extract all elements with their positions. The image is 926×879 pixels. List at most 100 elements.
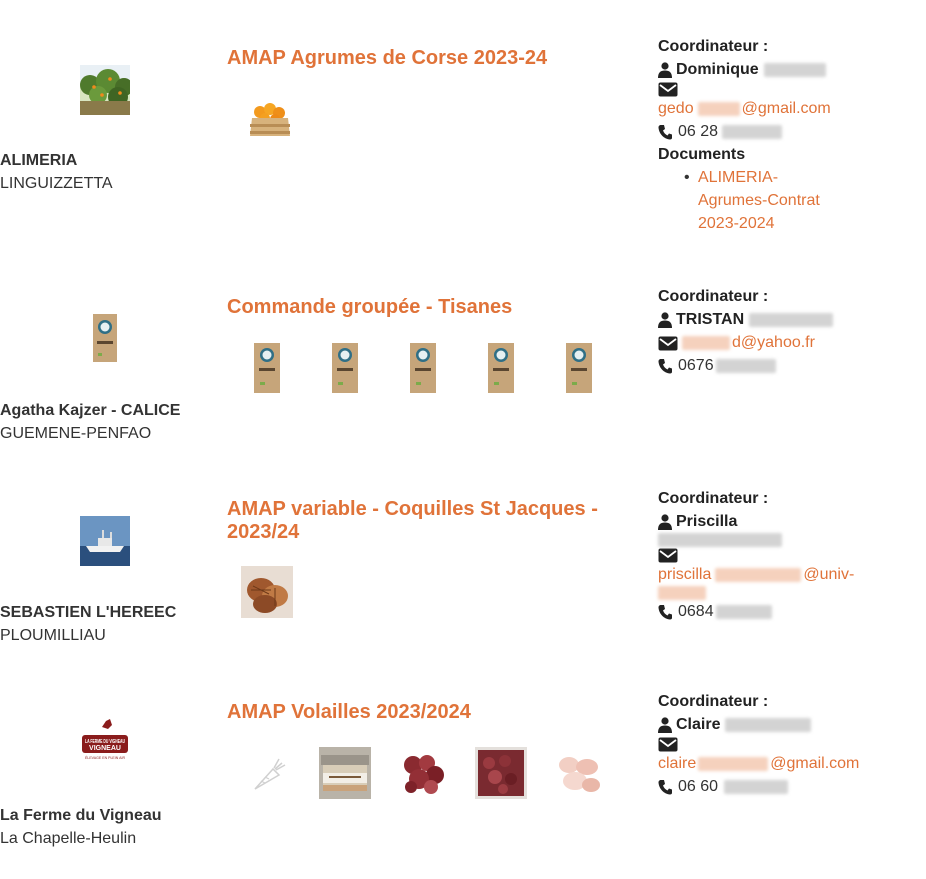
farm-name: Agatha Kajzer - CALICE: [0, 402, 181, 419]
product-thumbnail[interactable]: [244, 96, 296, 148]
redacted-surname-line: [658, 533, 918, 547]
farm-city: PLOUMILLIAU: [0, 627, 106, 644]
coordinator-label: Coordinateur :: [658, 38, 769, 55]
user-icon: [658, 61, 672, 78]
email-suffix: @univ-: [803, 566, 855, 583]
redacted-surname: [763, 62, 826, 77]
farm-logo-tisane[interactable]: [80, 313, 130, 363]
envelope-icon: [658, 737, 678, 752]
crate-of-oranges-image: [244, 96, 296, 148]
phone-icon: [658, 124, 672, 139]
product-thumbnail[interactable]: [553, 747, 605, 799]
coordinator-block: Coordinateur : Dominique gedo @gmail.com…: [658, 35, 918, 235]
product-thumbnail[interactable]: [241, 747, 293, 799]
phone-icon: [658, 358, 672, 373]
redacted-email-domain: [658, 586, 706, 600]
phone-line: 0684: [658, 600, 918, 623]
tisane-bag-image: [332, 343, 358, 393]
farm-city: LINGUIZZETTA: [0, 175, 113, 192]
farm-logo-orchard[interactable]: [80, 65, 130, 115]
envelope-icon: [658, 82, 678, 97]
coordinator-name: Claire: [676, 716, 721, 733]
contract-title-link[interactable]: AMAP Volailles 2023/2024: [227, 701, 627, 724]
redacted-email-domain-line: [658, 586, 918, 600]
coordinator-email-link[interactable]: gedo @gmail.com: [658, 97, 918, 120]
contract-row: LA FERME DU VIGNEAU VIGNEAU ÉLEVAGE EN P…: [0, 665, 926, 879]
product-thumbnail[interactable]: [475, 342, 527, 394]
contract-row: Agatha Kajzer - CALICE GUEMENE-PENFAO Co…: [0, 260, 926, 460]
product-thumbnail[interactable]: [241, 342, 293, 394]
tisane-bag-image: [410, 343, 436, 393]
redacted-surname: [749, 312, 834, 327]
email-suffix: @gmail.com: [741, 100, 831, 117]
poultry-gizzards-image: [475, 747, 527, 799]
phone-line: 0676: [658, 354, 918, 377]
farm-name: SEBASTIEN L'HEREEC: [0, 604, 177, 621]
logo-subtext: ÉLEVAGE EN PLEIN AIR: [85, 755, 125, 760]
coordinator-name-line: TRISTAN: [658, 308, 918, 331]
phone-number: 0684: [678, 603, 714, 620]
user-icon: [658, 513, 672, 530]
email-icon-line: [658, 547, 918, 563]
contract-title-link[interactable]: Commande groupée - Tisanes: [227, 296, 627, 319]
tisane-bag-logo: [80, 313, 130, 363]
product-thumbnail[interactable]: [319, 342, 371, 394]
document-link[interactable]: ALIMERIA-Agrumes-Contrat 2023-2024: [684, 166, 834, 235]
product-list: [240, 96, 300, 150]
product-thumbnail[interactable]: [397, 342, 449, 394]
email-icon-line: [658, 81, 918, 97]
redacted-email-part: [698, 756, 769, 771]
product-thumbnail[interactable]: [397, 747, 449, 799]
envelope-icon: [658, 336, 678, 350]
email-prefix: gedo: [658, 100, 694, 117]
phone-number: 06 28: [678, 123, 719, 140]
poultry-pieces-image: [397, 747, 449, 799]
coordinator-name: TRISTAN: [676, 311, 745, 328]
farm-name: La Ferme du Vigneau: [0, 807, 162, 824]
documents-label: Documents: [658, 146, 746, 163]
contract-row: SEBASTIEN L'HEREEC PLOUMILLIAU AMAP vari…: [0, 460, 926, 665]
coordinator-block: Coordinateur : TRISTAN d@yahoo.fr 0676: [658, 285, 918, 377]
phone-number: 06 60: [678, 778, 719, 795]
product-thumbnail[interactable]: [475, 747, 527, 799]
coordinator-name: Priscilla: [676, 513, 738, 530]
coordinator-name-line: Priscilla: [658, 510, 918, 533]
coordinator-label: Coordinateur :: [658, 693, 769, 710]
product-thumbnail[interactable]: [553, 342, 605, 394]
email-suffix: @gmail.com: [770, 755, 860, 772]
contract-title-link[interactable]: AMAP Agrumes de Corse 2023-24: [227, 47, 627, 70]
product-list: [240, 566, 300, 620]
phone-icon: [658, 604, 672, 619]
redacted-phone: [715, 358, 776, 373]
redacted-surname: [725, 717, 812, 732]
phone-line: 06 60: [658, 775, 918, 798]
envelope-icon: [658, 548, 678, 563]
product-list: [240, 747, 610, 801]
redacted-phone: [722, 124, 783, 139]
fishing-boat-image: [80, 516, 130, 566]
chicken-parts-image: [553, 747, 605, 799]
svg-text:VIGNEAU: VIGNEAU: [89, 745, 121, 752]
contract-row: ALIMERIA LINGUIZZETTA AMAP Agrumes de Co…: [0, 0, 926, 260]
redacted-phone: [715, 604, 772, 619]
email-icon-line: [658, 736, 918, 752]
phone-icon: [658, 779, 672, 794]
farm-logo-boat[interactable]: [80, 516, 130, 566]
coordinator-name-line: Claire: [658, 713, 918, 736]
coordinator-name: Dominique: [676, 61, 759, 78]
contract-title-link[interactable]: AMAP variable - Coquilles St Jacques - 2…: [227, 498, 617, 544]
coordinator-name-line: Dominique: [658, 58, 918, 81]
tisane-bag-image: [488, 343, 514, 393]
redacted-email-part: [715, 567, 802, 582]
rillettes-jar-image: [319, 747, 371, 799]
farm-logo-vigneau[interactable]: LA FERME DU VIGNEAU VIGNEAU ÉLEVAGE EN P…: [80, 717, 130, 767]
tisane-bag-image: [566, 343, 592, 393]
coordinator-email-link[interactable]: d@yahoo.fr: [682, 331, 815, 354]
coordinator-email-link[interactable]: claire @gmail.com: [658, 752, 918, 775]
product-thumbnail[interactable]: [319, 747, 371, 799]
product-thumbnail[interactable]: [241, 566, 293, 618]
coordinator-block: Coordinateur : Priscilla priscilla @univ…: [658, 487, 918, 623]
coordinator-label: Coordinateur :: [658, 490, 769, 507]
user-icon: [658, 716, 672, 733]
coordinator-email-link[interactable]: priscilla @univ-: [658, 563, 918, 586]
